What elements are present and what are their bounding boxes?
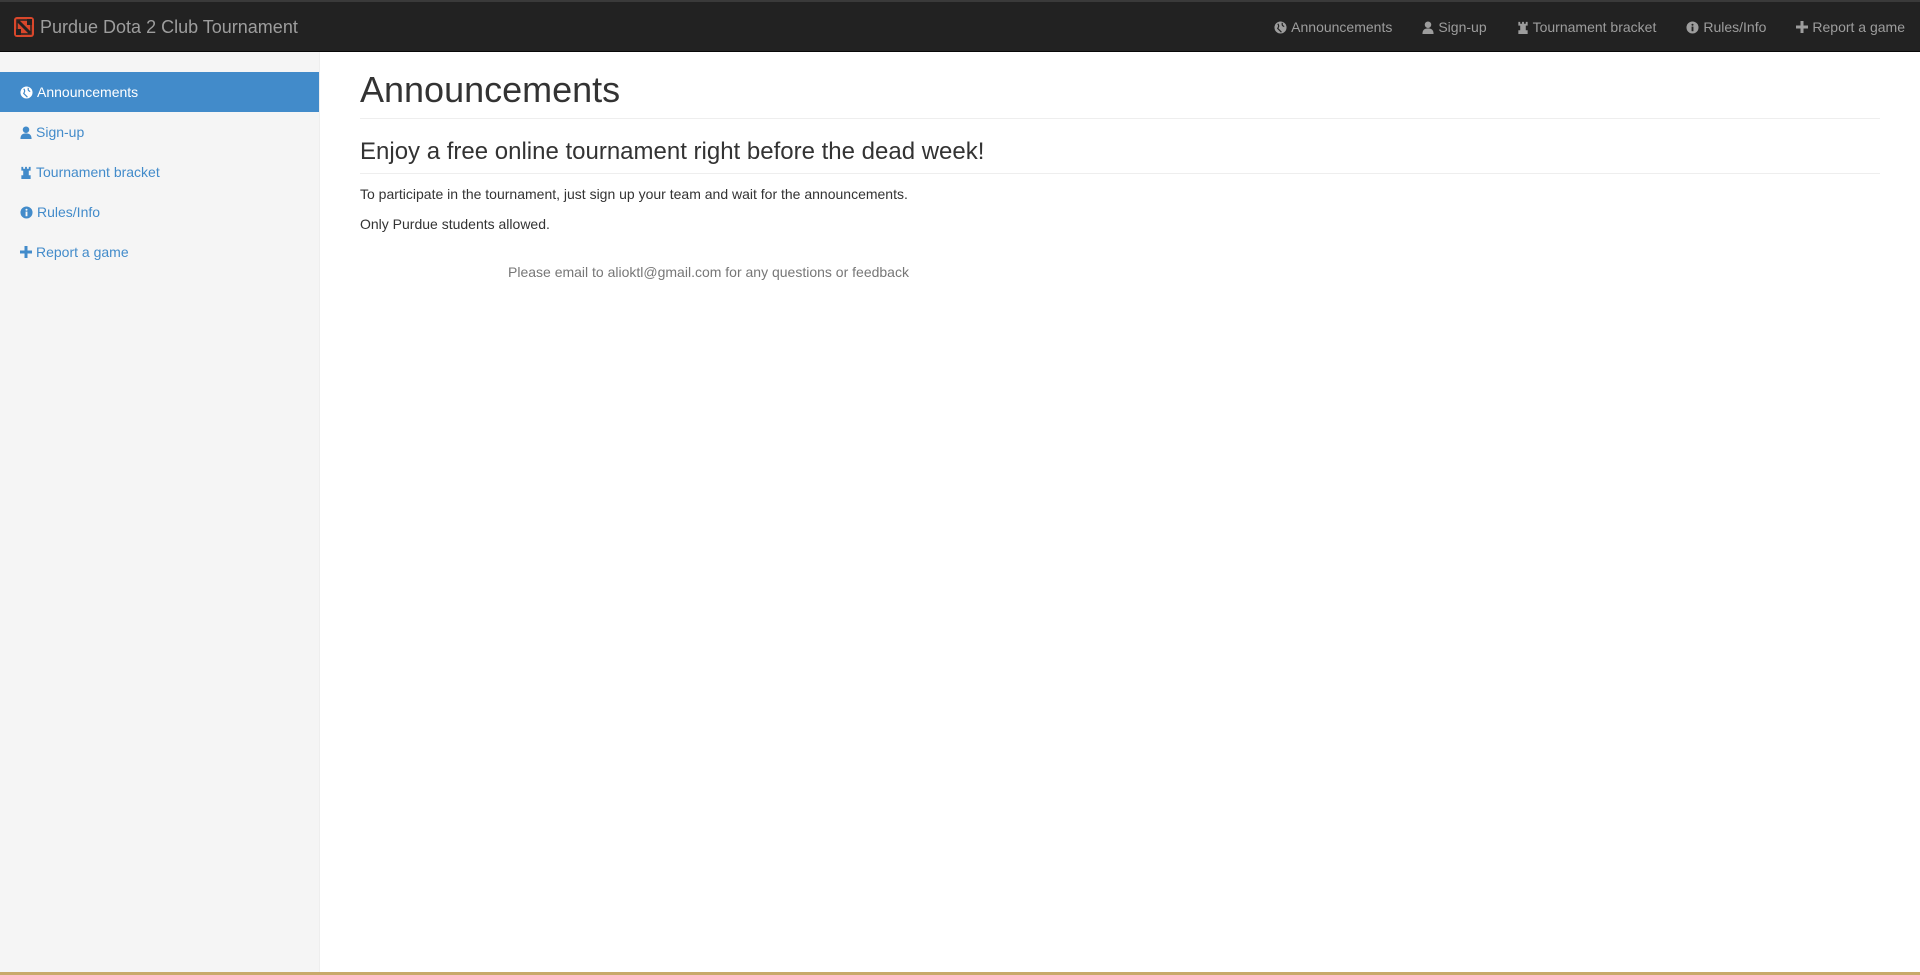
sidebar-item-label: Announcements [37, 84, 139, 100]
sidebar-item-rules-info: Rules/Info [0, 192, 319, 232]
dota-logo-icon [14, 17, 34, 37]
brand-link[interactable]: Purdue Dota 2 Club Tournament [14, 2, 298, 52]
announcement-title: Enjoy a free online tournament right bef… [360, 137, 985, 165]
sidebar-item-sign-up: Sign-up [0, 112, 319, 152]
topnav-sign-up[interactable]: Sign-up [1407, 2, 1501, 52]
page-title: Announcements [360, 69, 621, 110]
top-navbar: Purdue Dota 2 Club Tournament Announceme… [0, 0, 1920, 52]
topnav-report-game[interactable]: Report a game [1781, 2, 1920, 52]
contact-note: Please email to alioktl@gmail.com for an… [508, 263, 909, 280]
plus-icon [20, 246, 32, 258]
topnav-tournament-bracket[interactable]: Tournament bracket [1502, 2, 1672, 52]
topnav-announcements[interactable]: Announcements [1259, 2, 1407, 52]
topnav-label: Tournament bracket [1532, 19, 1657, 35]
sidebar-item-label: Tournament bracket [36, 164, 160, 180]
sidebar-item-label: Sign-up [36, 124, 85, 140]
globe-icon [1274, 20, 1287, 34]
sidebar-item-announcements: Announcements [0, 72, 319, 112]
tower-icon [1517, 21, 1528, 34]
top-nav-menu: Announcements Sign-up Tournament bracket… [1259, 2, 1920, 52]
topnav-label: Report a game [1812, 19, 1905, 35]
topnav-label: Rules/Info [1703, 19, 1767, 35]
sidebar-link-announcements[interactable]: Announcements [0, 72, 319, 112]
sidebar-link-report-game[interactable]: Report a game [0, 232, 319, 272]
announcement-paragraph-2: Only Purdue students allowed. [360, 215, 550, 232]
sidebar-menu: Announcements Sign-up Tournament bracket… [0, 72, 319, 272]
user-icon [20, 125, 32, 139]
plus-icon [1796, 21, 1809, 33]
topnav-label: Sign-up [1438, 19, 1487, 35]
sidebar-item-label: Report a game [36, 244, 129, 260]
info-icon [20, 205, 33, 219]
sidebar-link-sign-up[interactable]: Sign-up [0, 112, 319, 152]
sidebar-item-tournament-bracket: Tournament bracket [0, 152, 319, 192]
sidebar-link-tournament-bracket[interactable]: Tournament bracket [0, 152, 319, 192]
page-header: Announcements [360, 70, 1880, 119]
sidebar-item-label: Rules/Info [37, 204, 101, 220]
topnav-label: Announcements [1291, 19, 1393, 35]
brand-title: Purdue Dota 2 Club Tournament [40, 16, 298, 37]
announcement-paragraph-1: To participate in the tournament, just s… [360, 185, 908, 202]
announcement-header: Enjoy a free online tournament right bef… [360, 137, 1880, 174]
tower-icon [21, 166, 31, 179]
sidebar-link-rules-info[interactable]: Rules/Info [0, 192, 319, 232]
globe-icon [20, 85, 33, 99]
main-content: Announcements Enjoy a free online tourna… [360, 52, 1880, 280]
sidebar: Announcements Sign-up Tournament bracket… [0, 52, 320, 975]
info-icon [1686, 20, 1699, 34]
user-icon [1422, 20, 1434, 34]
topnav-rules-info[interactable]: Rules/Info [1671, 2, 1781, 52]
sidebar-item-report-game: Report a game [0, 232, 319, 272]
